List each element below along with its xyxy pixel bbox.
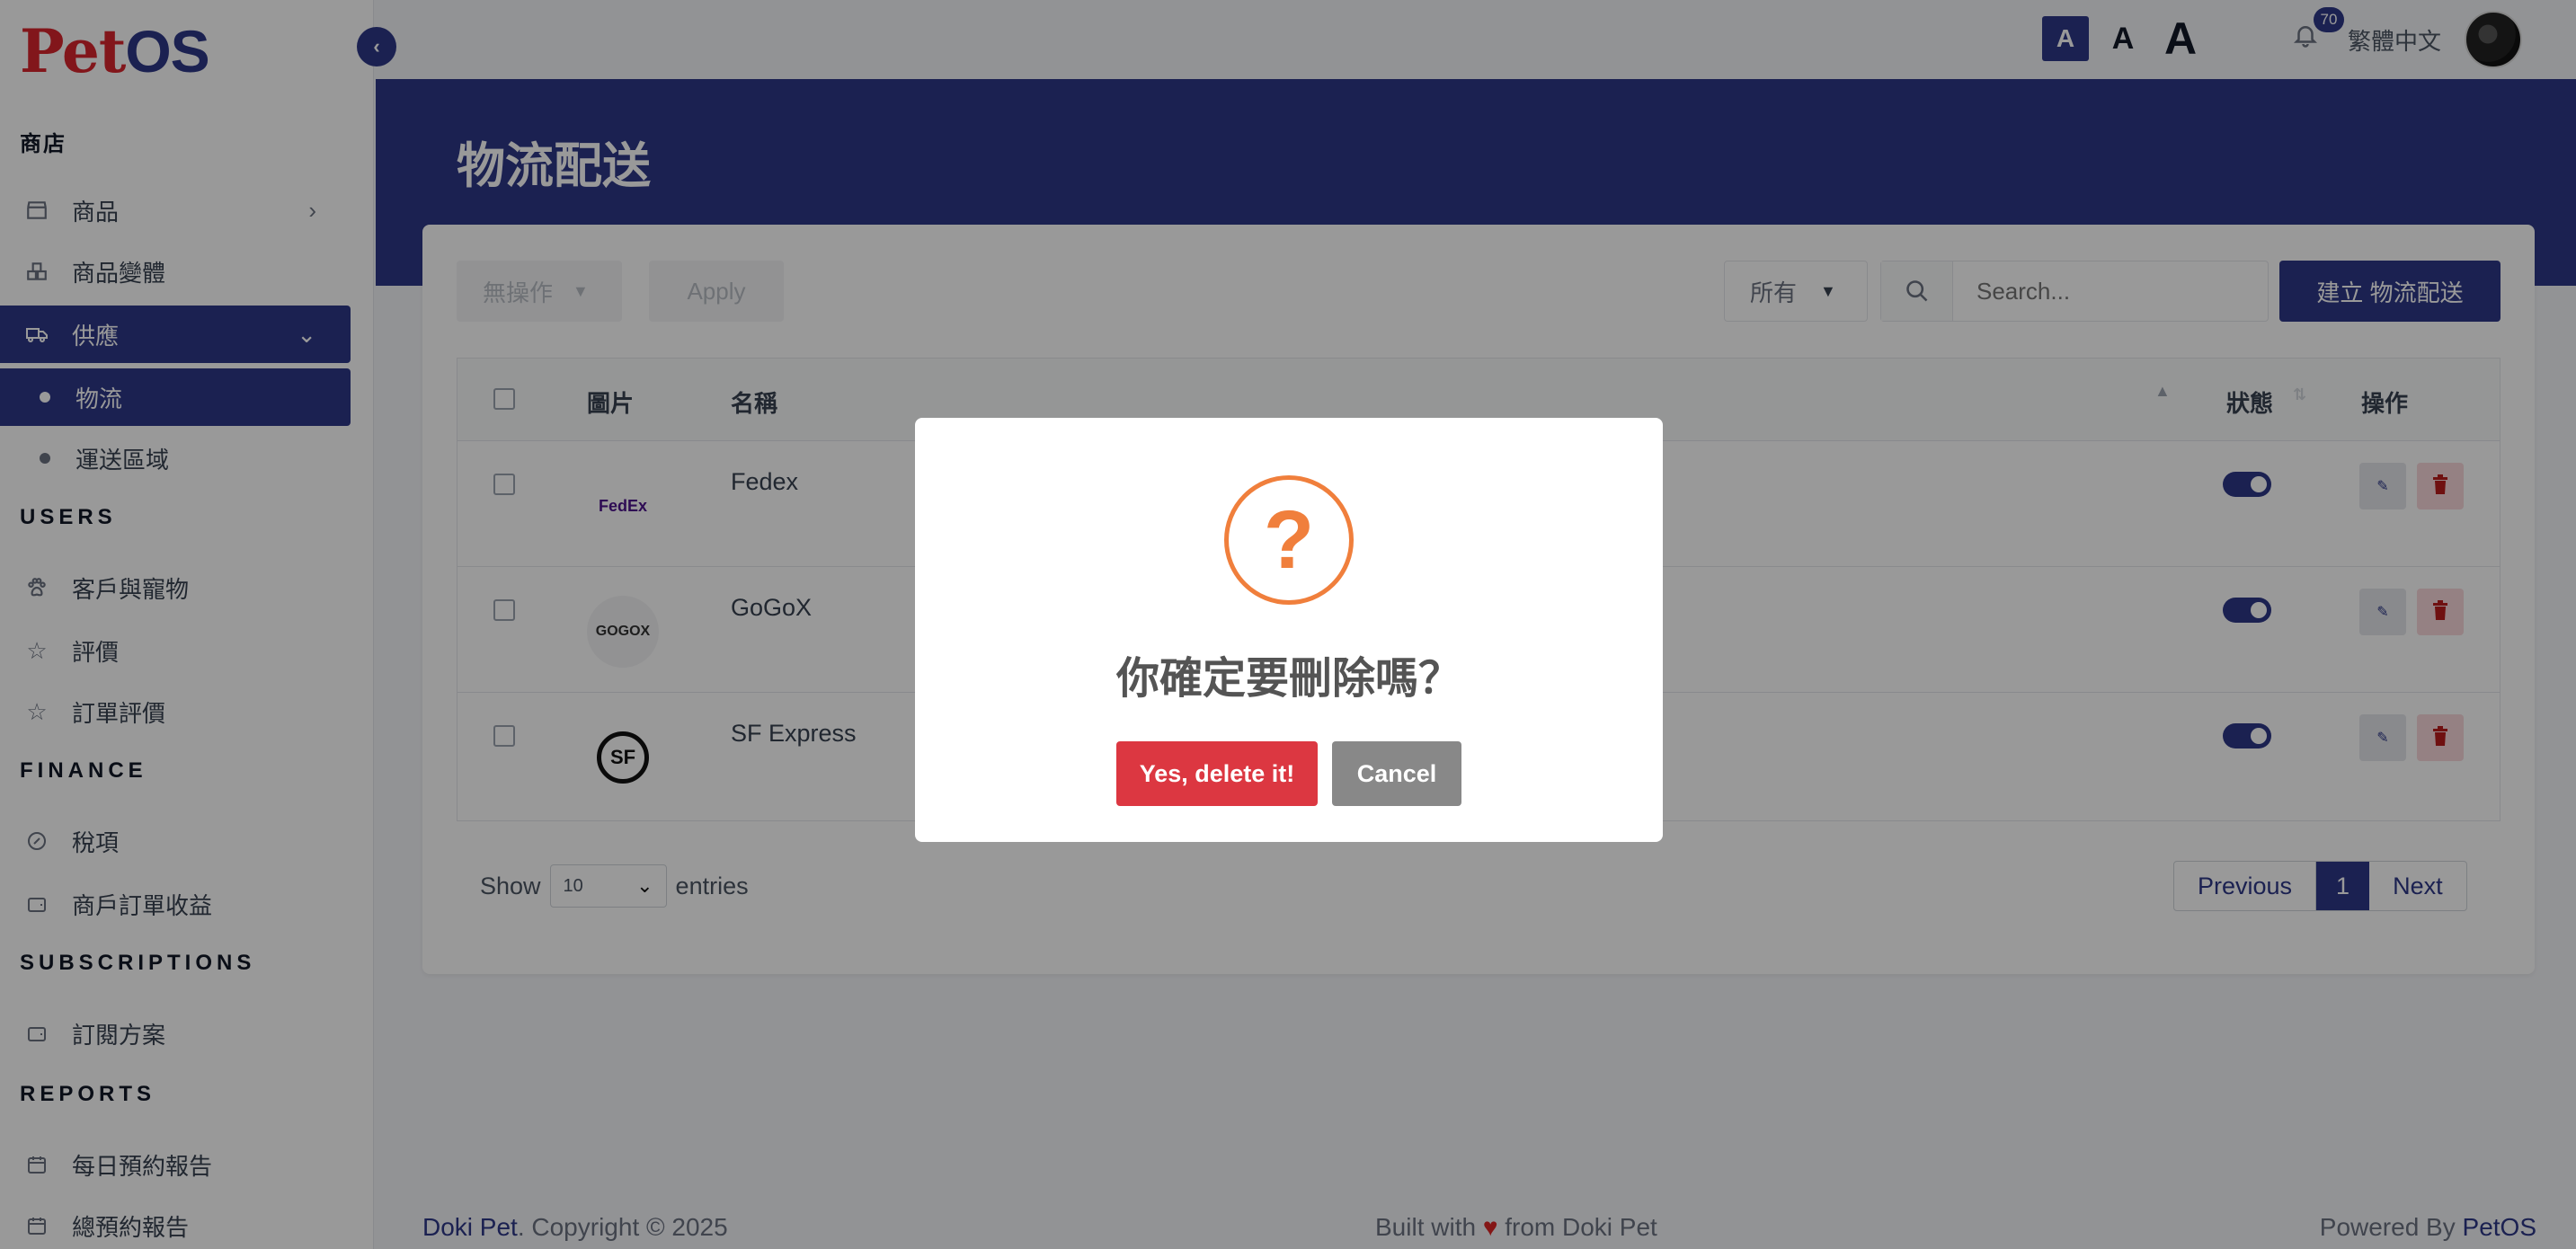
dialog-title: 你確定要刪除嗎？ bbox=[1115, 655, 1461, 703]
question-icon: ? bbox=[1224, 475, 1354, 605]
delete-confirm-dialog: ? 你確定要刪除嗎？ Yes, delete it! Cancel bbox=[915, 418, 1663, 842]
cancel-button[interactable]: Cancel bbox=[1332, 741, 1461, 806]
confirm-delete-button[interactable]: Yes, delete it! bbox=[1116, 741, 1318, 806]
